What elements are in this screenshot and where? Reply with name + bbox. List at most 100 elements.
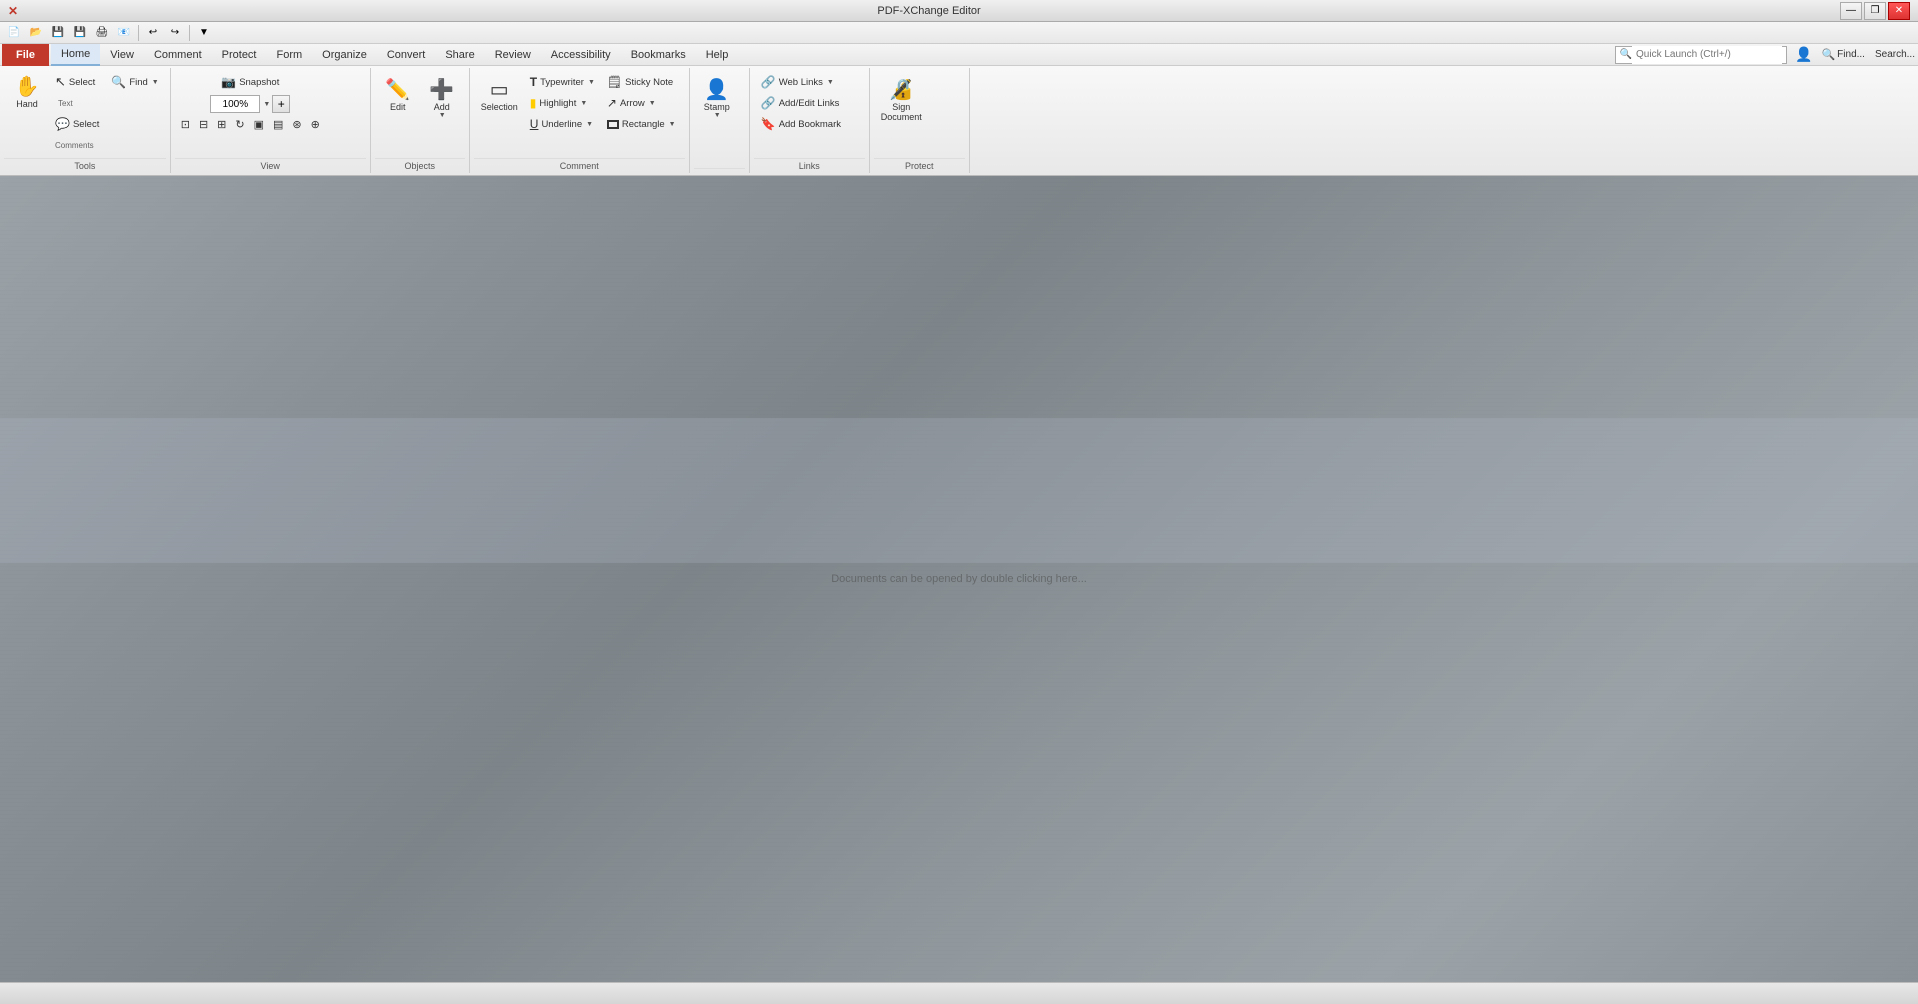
- snapshot-button[interactable]: 📷 Snapshot: [216, 72, 284, 92]
- view-scroll-button[interactable]: ⊛: [288, 116, 305, 132]
- protect-group-label: Protect: [874, 158, 965, 171]
- typewriter-button[interactable]: T Typewriter ▼: [525, 72, 600, 92]
- links-content: 🔗 Web Links ▼ 🔗 Add/Edit Links 🔖 Add Boo…: [754, 70, 848, 158]
- email-button[interactable]: 📧: [114, 24, 134, 42]
- hand-label: Hand: [16, 99, 38, 109]
- window-controls[interactable]: — ❐ ✕: [1840, 2, 1910, 20]
- select-comments-sublabel-btn[interactable]: Comments: [50, 135, 104, 155]
- new-button[interactable]: 📄: [4, 24, 24, 42]
- find-label: Find...: [1837, 49, 1865, 60]
- view-more-button[interactable]: ⊕: [307, 116, 324, 132]
- hand-icon: ✋: [15, 77, 40, 97]
- web-links-button[interactable]: 🔗 Web Links ▼: [756, 72, 846, 92]
- add-edit-icon: 🔗: [761, 96, 776, 110]
- sticky-label: Sticky Note: [625, 77, 673, 88]
- edit-label: Edit: [390, 102, 406, 112]
- view-content: 📷 Snapshot ▼ + ⊡ ⊟ ⊞ ↻ ▣ ▤ ⊛: [175, 70, 326, 158]
- arrow-icon: ↗: [607, 96, 617, 110]
- comments-sublabel: Comments: [55, 141, 94, 150]
- select-comments-button[interactable]: 💬 Select: [50, 114, 104, 134]
- bookmark-icon: 🔖: [761, 117, 776, 131]
- open-button[interactable]: 📂: [26, 24, 46, 42]
- zoom-input[interactable]: [210, 95, 260, 113]
- select-comments-label: Select: [73, 119, 99, 130]
- form-menu[interactable]: Form: [267, 44, 313, 66]
- convert-menu[interactable]: Convert: [377, 44, 436, 66]
- search-input[interactable]: [1632, 46, 1782, 64]
- hand-tool-button[interactable]: ✋ Hand: [6, 72, 48, 142]
- web-links-icon: 🔗: [761, 75, 776, 89]
- window-title: PDF-XChange Editor: [18, 5, 1840, 17]
- save-as-button[interactable]: 💾: [70, 24, 90, 42]
- stamp-content: 👤 Stamp ▼: [694, 70, 740, 168]
- toolbar-separator-2: [189, 25, 190, 41]
- protect-menu[interactable]: Protect: [212, 44, 267, 66]
- comment-content: ▭ Selection T Typewriter ▼ ▮ Highlight ▼…: [474, 70, 683, 158]
- zoom-dropdown-arrow[interactable]: ▼: [263, 101, 270, 108]
- arrow-dropdown: ▼: [649, 100, 656, 107]
- undo-button[interactable]: ↩: [143, 24, 163, 42]
- find-button-ribbon[interactable]: 🔍 Find ▼: [106, 72, 163, 92]
- view-group: 📷 Snapshot ▼ + ⊡ ⊟ ⊞ ↻ ▣ ▤ ⊛: [171, 68, 371, 173]
- rectangle-button[interactable]: Rectangle ▼: [602, 114, 681, 134]
- sign-document-button[interactable]: 🔏 SignDocument: [876, 72, 927, 142]
- view-fit-page-button[interactable]: ⊡: [177, 116, 194, 132]
- protect-content: 🔏 SignDocument: [874, 70, 929, 158]
- arrow-button[interactable]: ↗ Arrow ▼: [602, 93, 681, 113]
- stamp-button[interactable]: 👤 Stamp ▼: [696, 72, 738, 142]
- customize-quick-toolbar[interactable]: ▼: [194, 24, 214, 42]
- tools-content: ✋ Hand ↖ Select Text 💬 Select Comments: [4, 70, 166, 158]
- view-actual-size-button[interactable]: ⊞: [213, 116, 230, 132]
- file-menu[interactable]: File: [2, 44, 49, 66]
- edit-button[interactable]: ✏️ Edit: [377, 72, 419, 142]
- zoom-in-button[interactable]: +: [272, 95, 290, 113]
- review-menu[interactable]: Review: [485, 44, 541, 66]
- share-menu[interactable]: Share: [435, 44, 484, 66]
- search-button[interactable]: Search...: [1874, 48, 1916, 61]
- selection-button[interactable]: ▭ Selection: [476, 72, 523, 142]
- find-icon: 🔍: [1821, 48, 1835, 61]
- view-mode-button[interactable]: ▣: [250, 116, 268, 132]
- web-links-dropdown: ▼: [827, 79, 834, 86]
- main-area[interactable]: Documents can be opened by double clicki…: [0, 176, 1918, 982]
- rectangle-icon: [607, 120, 619, 129]
- select-text-label-button[interactable]: Text: [50, 93, 104, 113]
- save-button[interactable]: 💾: [48, 24, 68, 42]
- find-button[interactable]: 🔍 Find...: [1820, 47, 1866, 62]
- find-ribbon-icon: 🔍: [111, 75, 126, 89]
- add-edit-links-button[interactable]: 🔗 Add/Edit Links: [756, 93, 846, 113]
- help-menu[interactable]: Help: [696, 44, 739, 66]
- sticky-icon: 🗒: [607, 75, 622, 89]
- bookmarks-menu[interactable]: Bookmarks: [621, 44, 696, 66]
- redo-button[interactable]: ↪: [165, 24, 185, 42]
- view-menu[interactable]: View: [100, 44, 144, 66]
- comment-group-label: Comment: [474, 158, 685, 171]
- quick-access-toolbar: 📄 📂 💾 💾 🖨 📧 ↩ ↪ ▼: [0, 22, 1918, 44]
- add-icon: ➕: [429, 77, 454, 102]
- comment-menu[interactable]: Comment: [144, 44, 212, 66]
- view-fit-width-button[interactable]: ⊟: [195, 116, 212, 132]
- comment-group: ▭ Selection T Typewriter ▼ ▮ Highlight ▼…: [470, 68, 690, 173]
- view-two-page-button[interactable]: ▤: [269, 116, 287, 132]
- add-button[interactable]: ➕ Add ▼: [421, 72, 463, 142]
- snapshot-icon: 📷: [221, 75, 236, 89]
- empty-state-text: Documents can be opened by double clicki…: [831, 573, 1087, 585]
- view-rotate-button[interactable]: ↻: [231, 116, 248, 132]
- sticky-note-button[interactable]: 🗒 Sticky Note: [602, 72, 681, 92]
- minimize-button[interactable]: —: [1840, 2, 1862, 20]
- select-text-button[interactable]: ↖ Select: [50, 72, 104, 92]
- home-menu[interactable]: Home: [51, 44, 100, 66]
- underline-button[interactable]: U Underline ▼: [525, 114, 600, 134]
- accessibility-menu[interactable]: Accessibility: [541, 44, 621, 66]
- stamp-group: 👤 Stamp ▼: [690, 68, 750, 173]
- highlight-button[interactable]: ▮ Highlight ▼: [525, 93, 600, 113]
- add-bookmark-button[interactable]: 🔖 Add Bookmark: [756, 114, 846, 134]
- objects-group: ✏️ Edit ➕ Add ▼ Objects: [371, 68, 470, 173]
- organize-menu[interactable]: Organize: [312, 44, 377, 66]
- print-button[interactable]: 🖨: [92, 24, 112, 42]
- restore-button[interactable]: ❐: [1864, 2, 1886, 20]
- web-links-label: Web Links: [779, 77, 823, 88]
- underline-icon: U: [530, 117, 539, 131]
- close-button[interactable]: ✕: [1888, 2, 1910, 20]
- objects-group-label: Objects: [375, 158, 465, 171]
